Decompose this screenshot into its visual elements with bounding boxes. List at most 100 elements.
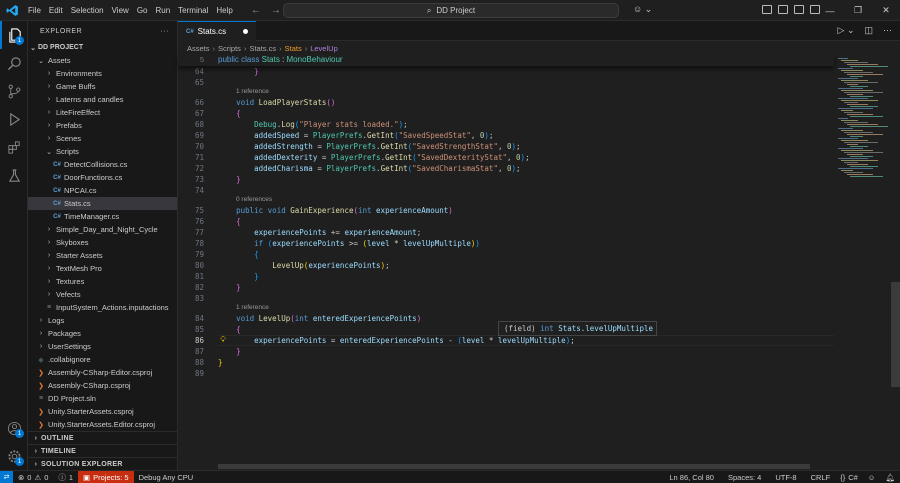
run-debug-icon[interactable] bbox=[0, 105, 28, 133]
codelens-references[interactable]: 1 reference bbox=[236, 88, 269, 95]
menu-help[interactable]: Help bbox=[212, 6, 236, 15]
section-timeline[interactable]: › TIMELINE bbox=[28, 444, 178, 457]
tab-stats-cs[interactable]: C# Stats.cs bbox=[178, 21, 256, 41]
command-center-search[interactable]: ⌕ DD Project bbox=[283, 3, 619, 18]
menu-selection[interactable]: Selection bbox=[67, 6, 108, 15]
bell-icon[interactable]: 🔔︎ bbox=[880, 473, 900, 482]
run-icon[interactable]: ▷ ⌄ bbox=[838, 25, 855, 36]
tree-item[interactable]: › Skyboxes bbox=[28, 236, 177, 249]
tree-item[interactable]: ❯ Unity.StarterAssets.Editor.csproj bbox=[28, 418, 177, 431]
tree-item[interactable]: › TextMesh Pro bbox=[28, 262, 177, 275]
close-button[interactable]: ✕ bbox=[872, 0, 900, 21]
toggle-panel-icon[interactable] bbox=[778, 5, 788, 14]
debug-config[interactable]: Debug Any CPU bbox=[134, 473, 199, 482]
codelens-references[interactable]: 0 references bbox=[236, 196, 272, 203]
source-control-icon[interactable] bbox=[0, 77, 28, 105]
tree-item[interactable]: ◆ .collabignore bbox=[28, 353, 177, 366]
projects-status[interactable]: ▣ Projects: 5 bbox=[78, 470, 134, 483]
tree-item[interactable]: › Logs bbox=[28, 314, 177, 327]
menu-run[interactable]: Run bbox=[151, 6, 174, 15]
tree-item[interactable]: ≡ InputSystem_Actions.inputactions bbox=[28, 301, 177, 314]
section-solution-explorer[interactable]: › SOLUTION EXPLORER bbox=[28, 457, 178, 470]
menu-go[interactable]: Go bbox=[133, 6, 152, 15]
minimap-line bbox=[838, 78, 858, 79]
info-icon: ⓘ bbox=[58, 472, 66, 482]
more-actions-icon[interactable]: ··· bbox=[883, 25, 892, 36]
arrow-right-icon[interactable]: → bbox=[271, 5, 281, 16]
tree-item[interactable]: › Textures bbox=[28, 275, 177, 288]
tree-item[interactable]: › Prefabs bbox=[28, 119, 177, 132]
breadcrumb-item[interactable]: Assets bbox=[187, 44, 210, 53]
gear-icon[interactable]: 1 bbox=[0, 442, 28, 470]
tree-item[interactable]: ❯ Unity.StarterAssets.csproj bbox=[28, 405, 177, 418]
tree-item[interactable]: › UserSettings bbox=[28, 340, 177, 353]
search-icon[interactable] bbox=[0, 49, 28, 77]
code-editor[interactable]: 64 } 65 1 reference 66 void LoadPlayerStats… bbox=[178, 54, 834, 462]
line-text: { bbox=[254, 250, 259, 259]
toggle-secondary-sidebar-icon[interactable] bbox=[794, 5, 804, 14]
menu-file[interactable]: File bbox=[24, 6, 45, 15]
indentation[interactable]: Spaces: 4 bbox=[723, 473, 766, 482]
tree-item[interactable]: C# NPCAI.cs bbox=[28, 184, 177, 197]
minimap-line bbox=[841, 110, 853, 111]
tree-item[interactable]: C# Stats.cs bbox=[28, 197, 177, 210]
tree-item[interactable]: › Game Buffs bbox=[28, 80, 177, 93]
lightbulb-icon[interactable]: 💡︎ bbox=[218, 335, 228, 346]
tree-item[interactable]: C# DetectCollisions.cs bbox=[28, 158, 177, 171]
breadcrumb-item[interactable]: Scripts bbox=[218, 44, 241, 53]
breadcrumb-item[interactable]: Stats bbox=[285, 44, 302, 53]
tree-item[interactable]: › Simple_Day_and_Night_Cycle bbox=[28, 223, 177, 236]
tree-item[interactable]: › LiteFireEffect bbox=[28, 106, 177, 119]
tree-item[interactable]: › Vefects bbox=[28, 288, 177, 301]
testing-icon[interactable] bbox=[0, 161, 28, 189]
toggle-primary-sidebar-icon[interactable] bbox=[762, 5, 772, 14]
more-actions-icon[interactable]: ··· bbox=[161, 28, 170, 35]
horizontal-scrollbar[interactable] bbox=[218, 464, 810, 469]
split-editor-icon[interactable]: ◫ bbox=[864, 25, 873, 36]
tree-item[interactable]: ❯ Assembly-CSharp-Editor.csproj bbox=[28, 366, 177, 379]
tree-item[interactable]: ❯ Assembly-CSharp.csproj bbox=[28, 379, 177, 392]
tree-item-label: TextMesh Pro bbox=[56, 264, 102, 273]
menu-edit[interactable]: Edit bbox=[45, 6, 67, 15]
file-icon: ≡ bbox=[46, 304, 52, 311]
menu-view[interactable]: View bbox=[108, 6, 133, 15]
unsaved-dot-icon[interactable] bbox=[243, 29, 248, 34]
copilot-status-icon[interactable]: ☺ bbox=[863, 473, 881, 482]
breadcrumb-item[interactable]: Stats.cs bbox=[249, 44, 276, 53]
tree-item[interactable]: ⌄ Assets bbox=[28, 54, 177, 67]
tree-item[interactable]: ⌄ Scripts bbox=[28, 145, 177, 158]
project-root[interactable]: ⌄ DD PROJECT bbox=[28, 41, 177, 54]
tree-item-label: DoorFunctions.cs bbox=[64, 173, 123, 182]
tree-item[interactable]: › Packages bbox=[28, 327, 177, 340]
tree-item[interactable]: C# TimeManager.cs bbox=[28, 210, 177, 223]
remote-icon[interactable]: ⇄ bbox=[0, 470, 13, 483]
section-outline[interactable]: › OUTLINE bbox=[28, 431, 178, 444]
vertical-scrollbar[interactable] bbox=[891, 282, 900, 387]
encoding[interactable]: UTF-8 bbox=[770, 473, 801, 482]
arrow-left-icon[interactable]: ← bbox=[251, 5, 261, 16]
tree-item[interactable]: › Laterns and candles bbox=[28, 93, 177, 106]
restore-button[interactable]: ❐ bbox=[844, 0, 872, 21]
sticky-scroll[interactable]: 5 public class Stats : MonoBehaviour bbox=[178, 54, 834, 66]
tree-item[interactable]: ≡ DD Project.sln bbox=[28, 392, 177, 405]
tree-item[interactable]: › Scenes bbox=[28, 132, 177, 145]
tree-item[interactable]: › Environments bbox=[28, 67, 177, 80]
breadcrumb-item[interactable]: LevelUp bbox=[310, 44, 338, 53]
copilot-icon[interactable]: ☺ ⌄ bbox=[633, 4, 652, 15]
end-of-line[interactable]: CRLF bbox=[806, 473, 836, 482]
language-mode[interactable]: {} C# bbox=[835, 473, 863, 482]
minimize-button[interactable]: — bbox=[816, 0, 844, 21]
minimap[interactable] bbox=[834, 54, 890, 462]
codelens-references[interactable]: 1 reference bbox=[236, 304, 269, 311]
explorer-icon[interactable]: 1 bbox=[0, 21, 28, 49]
line-text: } bbox=[236, 175, 241, 184]
cursor-position[interactable]: Ln 86, Col 80 bbox=[664, 473, 719, 482]
problems-status[interactable]: ⊗ 0 ⚠ 0 bbox=[13, 473, 53, 482]
tree-item[interactable]: › Starter Assets bbox=[28, 249, 177, 262]
chevron-right-icon: › bbox=[47, 252, 51, 259]
tree-item[interactable]: C# DoorFunctions.cs bbox=[28, 171, 177, 184]
menu-terminal[interactable]: Terminal bbox=[174, 6, 212, 15]
account-icon[interactable]: 1 bbox=[0, 414, 28, 442]
info-status[interactable]: ⓘ 1 bbox=[53, 472, 78, 483]
extensions-icon[interactable] bbox=[0, 133, 28, 161]
